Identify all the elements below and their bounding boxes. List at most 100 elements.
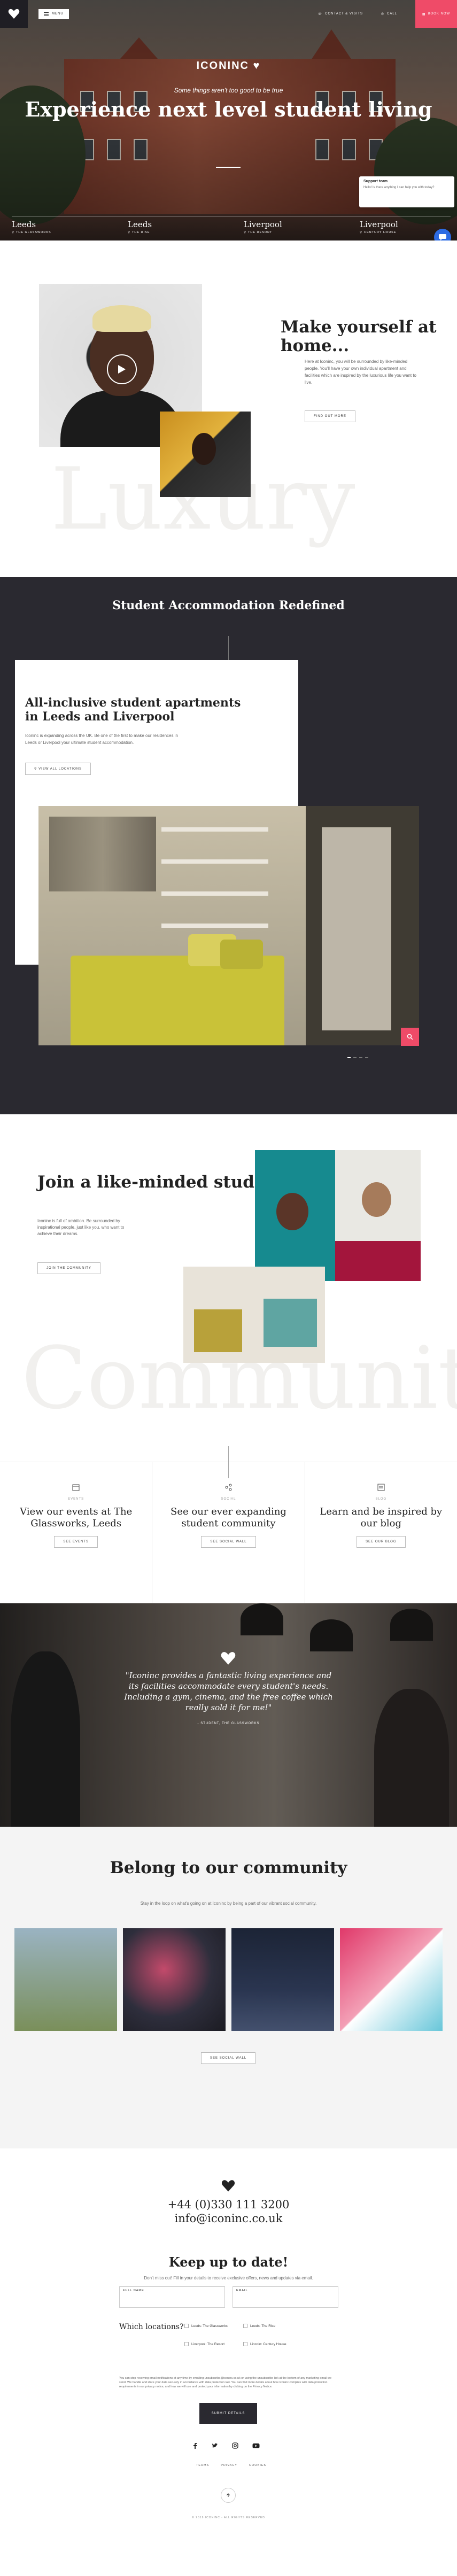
see-social-wall-button[interactable]: SEE SOCIAL WALL	[201, 1536, 256, 1548]
facebook-icon[interactable]	[192, 2442, 198, 2450]
arrow-up-icon	[226, 2493, 230, 2497]
support-text: Hello! Is there anything I can help you …	[363, 186, 435, 189]
accommodation-title: Student Accommodation Redefined	[112, 599, 345, 612]
community-photo	[255, 1150, 421, 1281]
email-label: EMAIL	[236, 2289, 248, 2292]
see-social-wall-button[interactable]: SEE SOCIAL WALL	[201, 2052, 256, 2064]
location-pin-icon: ⚲	[34, 767, 37, 771]
social-post-image[interactable]	[231, 1928, 334, 2031]
find-out-more-button[interactable]: FIND OUT MORE	[305, 410, 355, 422]
location-checkbox[interactable]: Leeds: The Rise	[243, 2324, 297, 2329]
contact-label: CONTACT & VISITS	[325, 12, 363, 15]
menu-button[interactable]: MENU	[38, 9, 69, 19]
feature-label: BLOG	[375, 1498, 387, 1501]
home-title: Make yourself at home...	[281, 317, 437, 355]
city-link-leeds-glassworks[interactable]: Leeds ⚲ THE GLASSWORKS	[12, 216, 128, 234]
phone-icon: ☏	[317, 12, 323, 16]
join-community-button[interactable]: JOIN THE COMMUNITY	[37, 1262, 100, 1274]
belong-title: Belong to our community	[110, 1858, 347, 1877]
social-post-image[interactable]	[340, 1928, 443, 2031]
location-pin-icon: ⚲	[360, 231, 363, 234]
footer-phone-link[interactable]: +44 (0)330 111 3200	[0, 2198, 457, 2212]
locations-label: Which locations?	[119, 2323, 184, 2331]
play-video-button[interactable]	[107, 354, 137, 384]
city-name: Leeds	[128, 220, 152, 229]
calendar-icon	[72, 1484, 80, 1491]
testimonial-author: - STUDENT, THE GLASSWORKS	[197, 1722, 260, 1725]
location-checkbox[interactable]: Leeds: The Glassworks	[184, 2324, 238, 2329]
gallery-dot[interactable]	[365, 1057, 368, 1058]
book-now-button[interactable]: ▦ BOOK NOW	[415, 0, 457, 28]
community-section: Community Join a like-minded student com…	[0, 1114, 457, 1462]
view-locations-label: VIEW ALL LOCATIONS	[38, 767, 82, 771]
social-post-image[interactable]	[123, 1928, 226, 2031]
instagram-icon[interactable]	[232, 2442, 238, 2450]
privacy-link[interactable]: PRIVACY	[221, 2464, 237, 2467]
feature-title: Learn and be inspired by our blog	[320, 1506, 443, 1529]
blog-icon	[377, 1484, 385, 1491]
gallery-dot[interactable]	[347, 1057, 351, 1058]
social-post-image[interactable]	[14, 1928, 117, 2031]
call-link[interactable]: ✆ CALL	[381, 12, 397, 16]
gallery-dot[interactable]	[359, 1057, 362, 1058]
chat-icon	[439, 234, 446, 240]
submit-details-button[interactable]: SUBMIT DETAILS	[199, 2403, 257, 2424]
gallery-dot[interactable]	[353, 1057, 357, 1058]
heart-logo-icon	[221, 2179, 235, 2194]
privacy-notice-text: You can stop receiving email notificatio…	[119, 2377, 332, 2388]
testimonial-section: "Iconinc provides a fantastic living exp…	[0, 1603, 457, 1827]
community-photo	[183, 1267, 325, 1363]
back-to-top-button[interactable]	[221, 2488, 236, 2503]
see-blog-button[interactable]: SEE OUR BLOG	[357, 1536, 406, 1548]
city-name: Leeds	[12, 220, 36, 229]
feature-events: EVENTS View our events at The Glassworks…	[0, 1462, 153, 1603]
accommodation-card-title: All-inclusive student apartments in Leed…	[25, 696, 241, 724]
full-name-label: FULL NAME	[123, 2289, 144, 2292]
full-name-field[interactable]: FULL NAME	[119, 2286, 225, 2308]
twitter-icon[interactable]	[212, 2442, 218, 2450]
call-label: CALL	[386, 12, 397, 15]
social-icon	[225, 1484, 232, 1491]
top-bar: MENU ☏ CONTACT & VISITS ✆ CALL ▦ BOOK NO…	[0, 0, 457, 28]
city-link-liverpool-resort[interactable]: Liverpool ⚲ THE RESORT	[244, 216, 360, 234]
play-icon	[118, 365, 126, 374]
book-label: BOOK NOW	[428, 12, 451, 15]
city-name: Liverpool	[360, 220, 398, 229]
location-checkbox[interactable]: Liverpool: The Resort	[184, 2342, 238, 2347]
see-events-button[interactable]: SEE EVENTS	[54, 1536, 98, 1548]
email-field[interactable]: EMAIL	[233, 2286, 338, 2308]
location-checkbox[interactable]: Lincoln: Century House	[243, 2342, 297, 2347]
location-pin-icon: ⚲	[244, 231, 247, 234]
location-pin-icon: ⚲	[12, 231, 15, 234]
feature-social: SOCIAL See our ever expanding student co…	[152, 1462, 305, 1603]
youtube-icon[interactable]	[252, 2442, 260, 2450]
belong-text: Stay in the loop on what's going on at I…	[140, 1901, 317, 1906]
cookies-link[interactable]: COOKIES	[249, 2464, 266, 2467]
contact-visits-link[interactable]: ☏ CONTACT & VISITS	[318, 12, 363, 16]
location-option: Leeds: The Rise	[250, 2324, 276, 2328]
search-icon	[407, 1034, 413, 1040]
gallery-expand-button[interactable]	[401, 1028, 419, 1046]
features-row: EVENTS View our events at The Glassworks…	[0, 1446, 457, 1603]
feature-title: View our events at The Glassworks, Leeds	[20, 1506, 133, 1529]
footer-links: TERMS PRIVACY COOKIES	[196, 2464, 266, 2467]
site-logo[interactable]	[0, 0, 28, 28]
social-grid	[14, 1928, 443, 2031]
residents-inset-image	[160, 412, 251, 497]
city-name: Liverpool	[244, 220, 282, 229]
view-locations-button[interactable]: ⚲ VIEW ALL LOCATIONS	[25, 763, 91, 775]
footer: +44 (0)330 111 3200 info@iconinc.co.uk K…	[0, 2148, 457, 2576]
menu-label: MENU	[52, 12, 64, 15]
feature-title: See our ever expanding student community	[171, 1506, 286, 1529]
hero-section: ICONINC ♥ Some things aren't too good to…	[0, 0, 457, 240]
home-section: Luxury Make yourself at home... Here at …	[0, 240, 457, 577]
city-link-leeds-rise[interactable]: Leeds ⚲ THE RISE	[128, 216, 244, 234]
support-chat-popup[interactable]: Support team Hello! Is there anything I …	[359, 176, 454, 207]
footer-email-link[interactable]: info@iconinc.co.uk	[0, 2212, 457, 2225]
heart-logo-icon	[8, 9, 20, 19]
gallery-pagination	[347, 1057, 368, 1058]
location-option: Leeds: The Glassworks	[191, 2324, 228, 2328]
terms-link[interactable]: TERMS	[196, 2464, 209, 2467]
testimonial-overlay	[0, 1603, 457, 1827]
feature-label: SOCIAL	[221, 1498, 236, 1501]
